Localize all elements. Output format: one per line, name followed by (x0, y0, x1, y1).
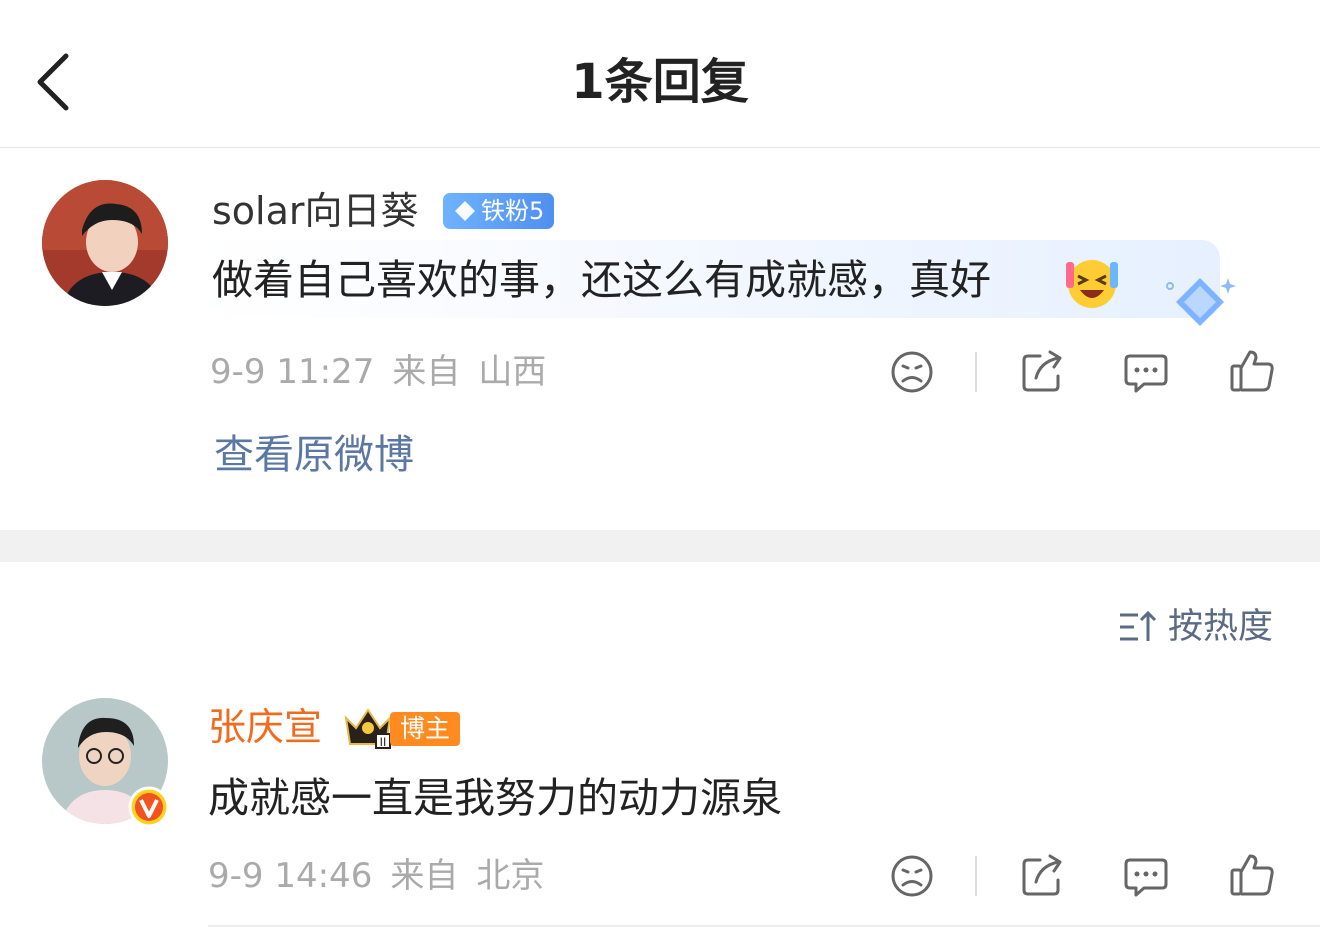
page-title: 1条回复 (571, 54, 749, 110)
username[interactable]: 张庆宣 (208, 704, 322, 750)
comment-icon (1124, 354, 1168, 393)
laughing-emoji (1062, 252, 1122, 312)
from-label: 来自 (392, 352, 461, 392)
verified-badge-icon (128, 786, 170, 828)
section-divider (0, 530, 1320, 562)
thumbs-up-icon (1230, 854, 1274, 896)
like-button[interactable] (1228, 346, 1276, 394)
sort-label: 按热度 (1168, 607, 1274, 647)
sad-face-icon (891, 351, 933, 393)
sort-button[interactable]: 按热度 (1118, 604, 1273, 650)
comment-icon (1124, 858, 1168, 897)
blogger-badge: 博主 (390, 712, 461, 746)
divider (975, 352, 977, 392)
sort-icon (1120, 610, 1157, 641)
comment-button[interactable] (1122, 852, 1170, 900)
sad-face-icon (891, 855, 933, 897)
crown-icon: II (342, 704, 394, 750)
view-original-link[interactable]: 查看原微博 (214, 430, 414, 480)
reply-text: 成就感一直是我努力的动力源泉 (208, 774, 782, 822)
diamond-icon (455, 201, 475, 221)
svg-text:II: II (380, 735, 387, 749)
divider (975, 856, 977, 896)
comment-time: 9-9 11:27 (210, 352, 375, 392)
share-button[interactable] (1018, 852, 1066, 900)
comment-location: 山西 (478, 352, 547, 392)
from-label: 来自 (390, 856, 459, 896)
reply-location: 北京 (476, 856, 545, 896)
share-button[interactable] (1018, 348, 1066, 396)
divider (208, 925, 1320, 927)
sparkle-diamond-icon (1160, 272, 1240, 332)
share-icon (1022, 350, 1062, 392)
like-button[interactable] (1228, 850, 1276, 898)
avatar-image (42, 180, 168, 306)
reply-time: 9-9 14:46 (208, 856, 373, 896)
avatar[interactable] (42, 180, 168, 306)
comment-button[interactable] (1122, 348, 1170, 396)
thumbs-up-icon (1230, 350, 1274, 392)
comment-meta: 9-9 11:27 来自 山西 (210, 352, 564, 392)
comment-text: 做着自己喜欢的事，还这么有成就感，真好 (212, 256, 991, 304)
fan-badge-label: 铁粉5 (481, 197, 545, 225)
dislike-button[interactable] (888, 348, 936, 396)
username[interactable]: solar向日葵 (212, 188, 419, 234)
dislike-button[interactable] (888, 852, 936, 900)
reply-meta: 9-9 14:46 来自 北京 (208, 856, 562, 896)
fan-badge[interactable]: 铁粉5 (443, 193, 555, 229)
share-icon (1022, 854, 1062, 896)
